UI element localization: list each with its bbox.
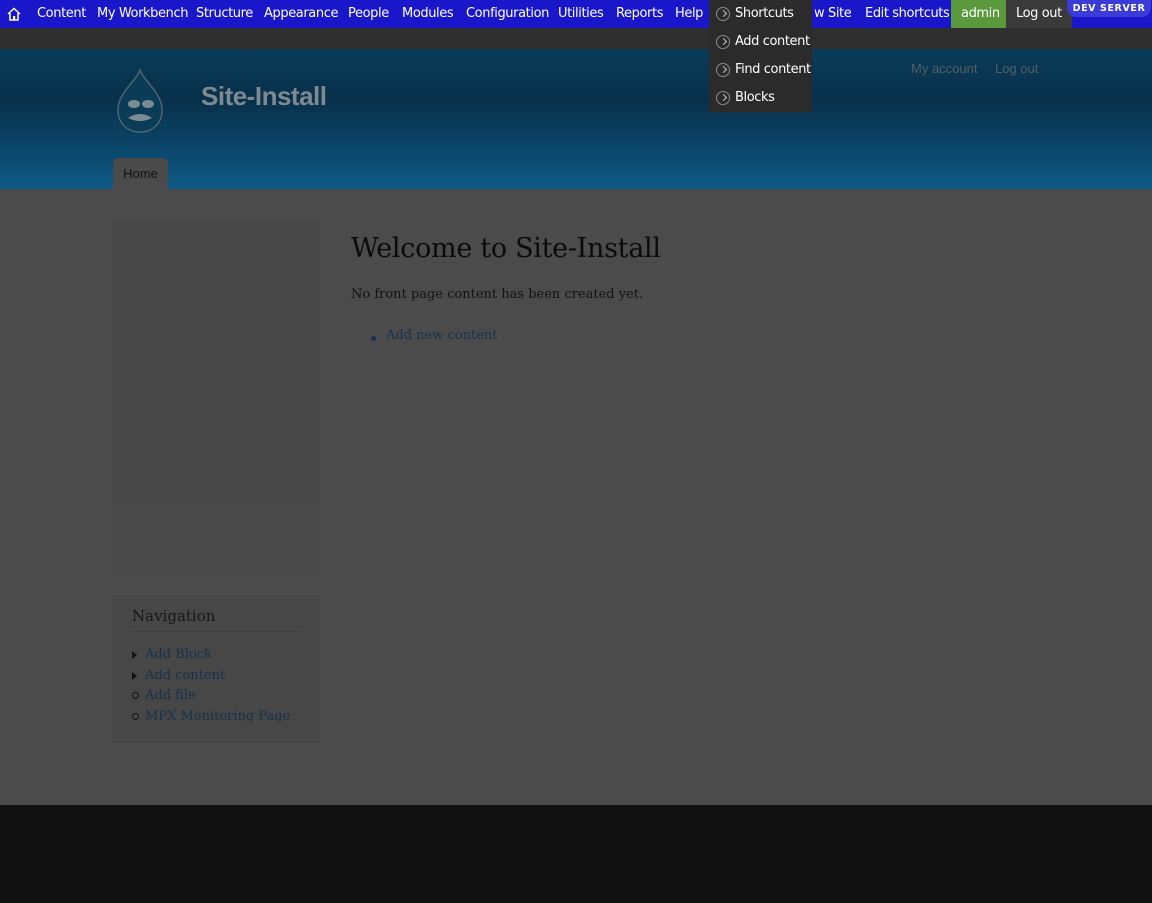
nav-link-add-file[interactable]: Add file [145,688,196,703]
circle-arrow-icon [716,7,730,21]
toolbar-menu-people[interactable]: People [348,0,389,28]
shortcut-add-content[interactable]: Add content [709,28,812,56]
toolbar-menu-utilities[interactable]: Utilities [558,0,604,28]
my-account-link[interactable]: My account [911,61,977,76]
circle-bullet-icon [132,692,139,699]
triangle-bullet-icon [132,651,137,659]
front-page-message: No front page content has been created y… [351,287,644,302]
circle-arrow-icon [716,91,730,105]
navigation-title: Navigation [132,607,216,625]
view-site-link[interactable]: w Site [814,0,852,28]
sidebar-empty-block [112,221,320,509]
nav-link-add-content[interactable]: Add content [145,668,225,683]
toolbar-menu-structure[interactable]: Structure [196,0,253,28]
site-header: Site-Install My account Log out Home [0,28,1152,189]
page-footer [0,805,1152,903]
list-bullet [371,336,376,341]
header-logout-link[interactable]: Log out [995,61,1038,76]
toolbar-menu-reports[interactable]: Reports [616,0,663,28]
toolbar-menu-content[interactable]: Content [37,0,86,28]
edit-shortcuts-link[interactable]: Edit shortcuts [865,0,950,28]
toolbar-menu-configuration[interactable]: Configuration [466,0,549,28]
site-name[interactable]: Site-Install [201,81,327,112]
home-icon[interactable] [5,5,23,23]
admin-toolbar: Content My Workbench Structure Appearanc… [0,0,1152,28]
circle-bullet-icon [132,713,139,720]
shortcut-label: Find content [735,62,811,77]
dev-server-badge: DEV SERVER [1067,0,1151,17]
sidebar-empty-block [112,511,320,575]
sidebar-first [112,221,320,575]
divider [132,631,300,632]
toolbar-menu-appearance[interactable]: Appearance [264,0,338,28]
toolbar-menu-help[interactable]: Help [675,0,703,28]
shortcuts-toggle[interactable]: Shortcuts [709,0,812,28]
shortcut-label: Blocks [735,90,775,105]
navigation-block: Navigation Add Block Add content Add fil… [112,595,320,743]
shortcut-label: Shortcuts [735,6,794,21]
shortcut-blocks[interactable]: Blocks [709,84,812,112]
shortcut-find-content[interactable]: Find content [709,56,812,84]
circle-arrow-icon [716,63,730,77]
tab-home[interactable]: Home [113,158,168,189]
toolbar-logout-link[interactable]: Log out [1006,0,1072,28]
drupal-drop-logo[interactable] [110,67,170,134]
toolbar-menu-modules[interactable]: Modules [402,0,454,28]
user-account-link[interactable]: admin [951,0,1010,28]
triangle-bullet-icon [132,672,137,680]
circle-arrow-icon [716,35,730,49]
nav-link-add-block[interactable]: Add Block [145,647,212,662]
add-new-content-link[interactable]: Add new content [386,328,497,343]
page-title: Welcome to Site-Install [351,233,661,264]
nav-link-mpx-monitoring[interactable]: MPX Monitoring Page [145,709,290,724]
shortcut-label: Add content [735,34,810,49]
main-region: Navigation Add Block Add content Add fil… [0,189,1152,805]
toolbar-menu-my-workbench[interactable]: My Workbench [97,0,188,28]
header-top-band [0,28,1152,49]
shortcuts-dropdown: Shortcuts Add content Find content Block… [709,0,812,112]
